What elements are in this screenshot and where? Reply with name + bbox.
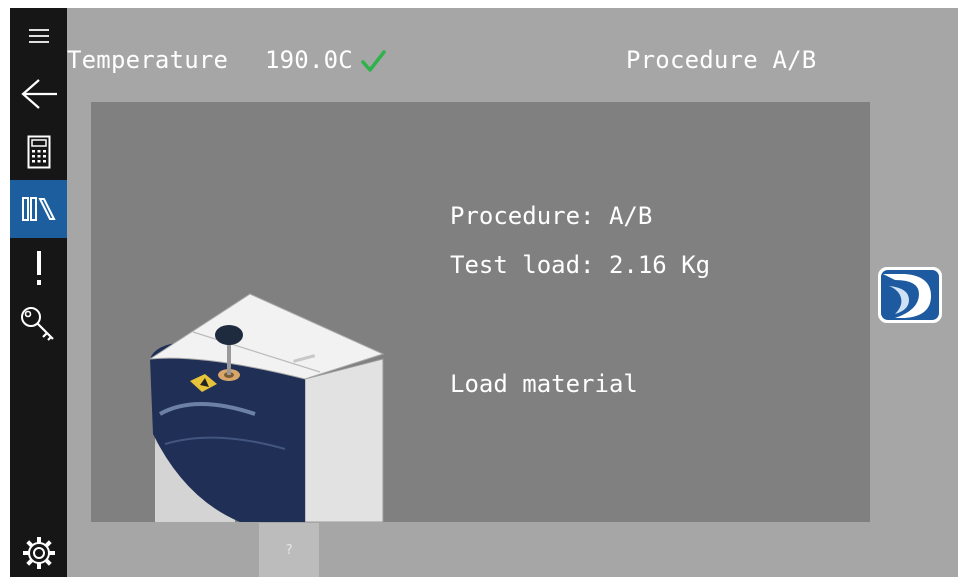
calculator-button[interactable]	[10, 126, 67, 178]
calculator-icon	[27, 135, 50, 169]
help-button[interactable]: ?	[259, 523, 319, 577]
next-logo-icon[interactable]	[875, 264, 945, 326]
hamburger-menu-icon	[28, 29, 49, 43]
app-window: Temperature 190.0C Procedure A/B Procedu…	[10, 8, 958, 577]
alerts-button[interactable]	[10, 242, 67, 294]
library-button[interactable]	[10, 180, 67, 238]
temperature-value: 190.0C	[265, 46, 353, 74]
gear-icon	[22, 536, 55, 569]
library-icon	[21, 197, 56, 221]
sidebar	[10, 8, 67, 577]
procedure-line: Procedure: A/B	[450, 202, 653, 230]
key-icon	[20, 307, 54, 341]
settings-button[interactable]	[10, 528, 67, 577]
exclamation-icon	[36, 251, 41, 285]
back-button[interactable]	[10, 68, 67, 120]
procedure-panel: Procedure: A/B Test load: 2.16 Kg Load m…	[91, 102, 870, 522]
procedure-header: Procedure A/B	[626, 46, 817, 74]
test-load-line: Test load: 2.16 Kg	[450, 251, 711, 279]
key-button[interactable]	[10, 298, 67, 350]
temperature-label: Temperature	[67, 46, 229, 74]
status-message: Load material	[450, 370, 638, 398]
help-label: ?	[285, 542, 293, 558]
back-arrow-icon	[20, 79, 57, 109]
check-icon	[361, 50, 386, 72]
sidebar-menu-button[interactable]	[10, 8, 67, 64]
instrument-illustration	[149, 293, 385, 522]
